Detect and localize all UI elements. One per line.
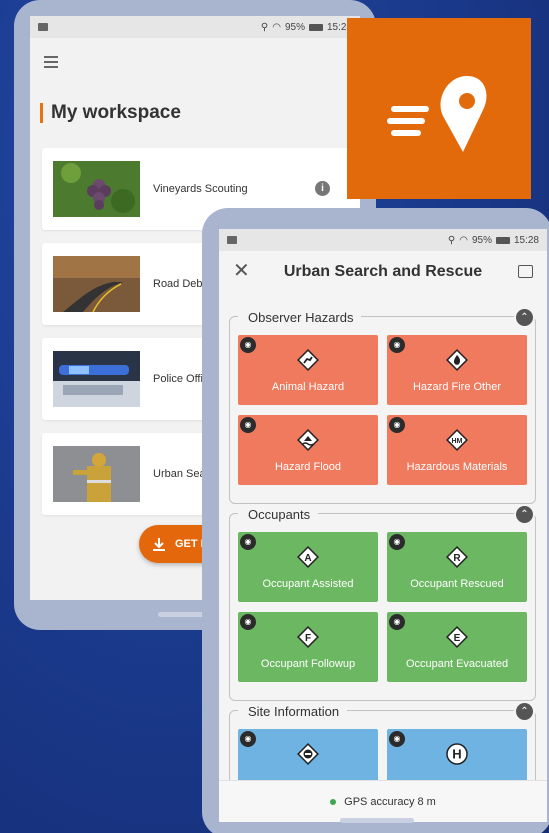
battery-percent: 95%	[471, 234, 492, 246]
gps-status-dot	[330, 798, 337, 805]
animal-hazard-icon	[297, 349, 319, 371]
section-occupants: Occupants ⌃ ◉ A Occupant Assisted ◉ R Oc…	[229, 505, 536, 701]
form-title: Urban Search and Rescue	[283, 263, 483, 280]
tile-hazard-fire-other[interactable]: ◉ Hazard Fire Other	[387, 335, 527, 405]
icon-letter: A	[304, 553, 311, 564]
no-entry-icon	[297, 743, 319, 765]
tile-hazard-flood[interactable]: ◉ Hazard Flood	[238, 415, 378, 485]
letter-f-icon: F	[297, 626, 319, 648]
section-header: Observer Hazards ⌃	[230, 307, 535, 327]
status-bar: ⚲ ◠ 95% 15:28	[219, 229, 547, 251]
notification-icon	[227, 236, 237, 244]
fullscreen-icon[interactable]	[518, 265, 533, 278]
camera-icon[interactable]: ◉	[389, 534, 405, 550]
flood-icon	[297, 429, 319, 451]
location-icon: ⚲	[447, 234, 456, 246]
letter-e-icon: E	[446, 626, 468, 648]
close-icon[interactable]: ✕	[233, 258, 250, 283]
hospital-icon-letter: H	[452, 747, 461, 762]
camera-icon[interactable]: ◉	[240, 731, 256, 747]
section-observer-hazards: Observer Hazards ⌃ ◉ Animal Hazard ◉ Haz…	[229, 308, 536, 504]
project-thumbnail	[53, 351, 140, 407]
camera-icon[interactable]: ◉	[389, 337, 405, 353]
battery-icon	[495, 236, 510, 244]
page-title: My workspace	[40, 103, 181, 123]
location-icon: ⚲	[260, 21, 269, 33]
project-thumbnail	[53, 256, 140, 312]
tile-label: Hazardous Materials	[406, 461, 508, 473]
form-screen: ⚲ ◠ 95% 15:28 ✕ Urban Search and Rescue …	[219, 229, 547, 822]
wifi-icon: ◠	[272, 21, 281, 33]
camera-icon[interactable]: ◉	[240, 417, 256, 433]
home-indicator	[340, 818, 414, 823]
gps-accuracy-text: GPS accuracy 8 m	[344, 795, 436, 808]
collapse-icon[interactable]: ⌃	[516, 308, 533, 326]
section-header: Site Information ⌃	[230, 701, 535, 721]
section-title: Observer Hazards	[238, 309, 362, 325]
status-bar: ⚲ ◠ 95% 15:28	[30, 16, 360, 38]
camera-icon[interactable]: ◉	[240, 534, 256, 550]
app-logo	[347, 18, 531, 199]
tile-label: Occupant Followup	[260, 658, 356, 670]
tile-occupant-assisted[interactable]: ◉ A Occupant Assisted	[238, 532, 378, 602]
info-icon[interactable]: i	[315, 181, 330, 196]
icon-letter: F	[305, 633, 311, 644]
notification-icon	[38, 23, 48, 31]
project-thumbnail	[53, 161, 140, 217]
section-header: Occupants ⌃	[230, 504, 535, 524]
tile-label: Hazard Flood	[274, 461, 342, 473]
camera-icon[interactable]: ◉	[389, 731, 405, 747]
tile-label: Hazard Fire Other	[412, 381, 502, 393]
hospital-icon: H	[446, 743, 468, 765]
form-header: ✕ Urban Search and Rescue	[219, 251, 547, 293]
wifi-icon: ◠	[459, 234, 468, 246]
tile-label: Occupant Rescued	[410, 578, 504, 590]
download-icon	[153, 537, 165, 551]
tile-label: Occupant Evacuated	[405, 658, 509, 670]
tile-occupant-followup[interactable]: ◉ F Occupant Followup	[238, 612, 378, 682]
clock: 15:28	[513, 234, 539, 246]
camera-icon[interactable]: ◉	[240, 614, 256, 630]
location-pin-logo-icon	[387, 76, 487, 152]
tile-animal-hazard[interactable]: ◉ Animal Hazard	[238, 335, 378, 405]
collapse-icon[interactable]: ⌃	[516, 702, 533, 720]
tile-label: Occupant Assisted	[262, 578, 354, 590]
letter-a-icon: A	[297, 546, 319, 568]
collapse-icon[interactable]: ⌃	[516, 505, 533, 523]
gps-status-bar: GPS accuracy 8 m	[219, 780, 547, 822]
battery-percent: 95%	[284, 21, 305, 33]
section-title: Site Information	[238, 703, 348, 719]
camera-icon[interactable]: ◉	[389, 614, 405, 630]
camera-icon[interactable]: ◉	[389, 417, 405, 433]
camera-icon[interactable]: ◉	[240, 337, 256, 353]
tile-occupant-evacuated[interactable]: ◉ E Occupant Evacuated	[387, 612, 527, 682]
fire-icon	[446, 349, 468, 371]
project-thumbnail	[53, 446, 140, 502]
battery-icon	[308, 23, 323, 31]
icon-letter: R	[453, 553, 461, 564]
front-tablet: ⚲ ◠ 95% 15:28 ✕ Urban Search and Rescue …	[202, 208, 549, 833]
icon-letter: E	[454, 633, 461, 644]
hazmat-icon-text: HM	[452, 438, 463, 445]
tile-label: Animal Hazard	[271, 381, 345, 393]
tile-hazardous-materials[interactable]: ◉ HM Hazardous Materials	[387, 415, 527, 485]
section-title: Occupants	[238, 506, 319, 522]
letter-r-icon: R	[446, 546, 468, 568]
hamburger-menu-icon[interactable]	[44, 56, 58, 71]
project-name: Vineyards Scouting	[153, 183, 248, 195]
hazmat-icon: HM	[446, 429, 468, 451]
tile-occupant-rescued[interactable]: ◉ R Occupant Rescued	[387, 532, 527, 602]
